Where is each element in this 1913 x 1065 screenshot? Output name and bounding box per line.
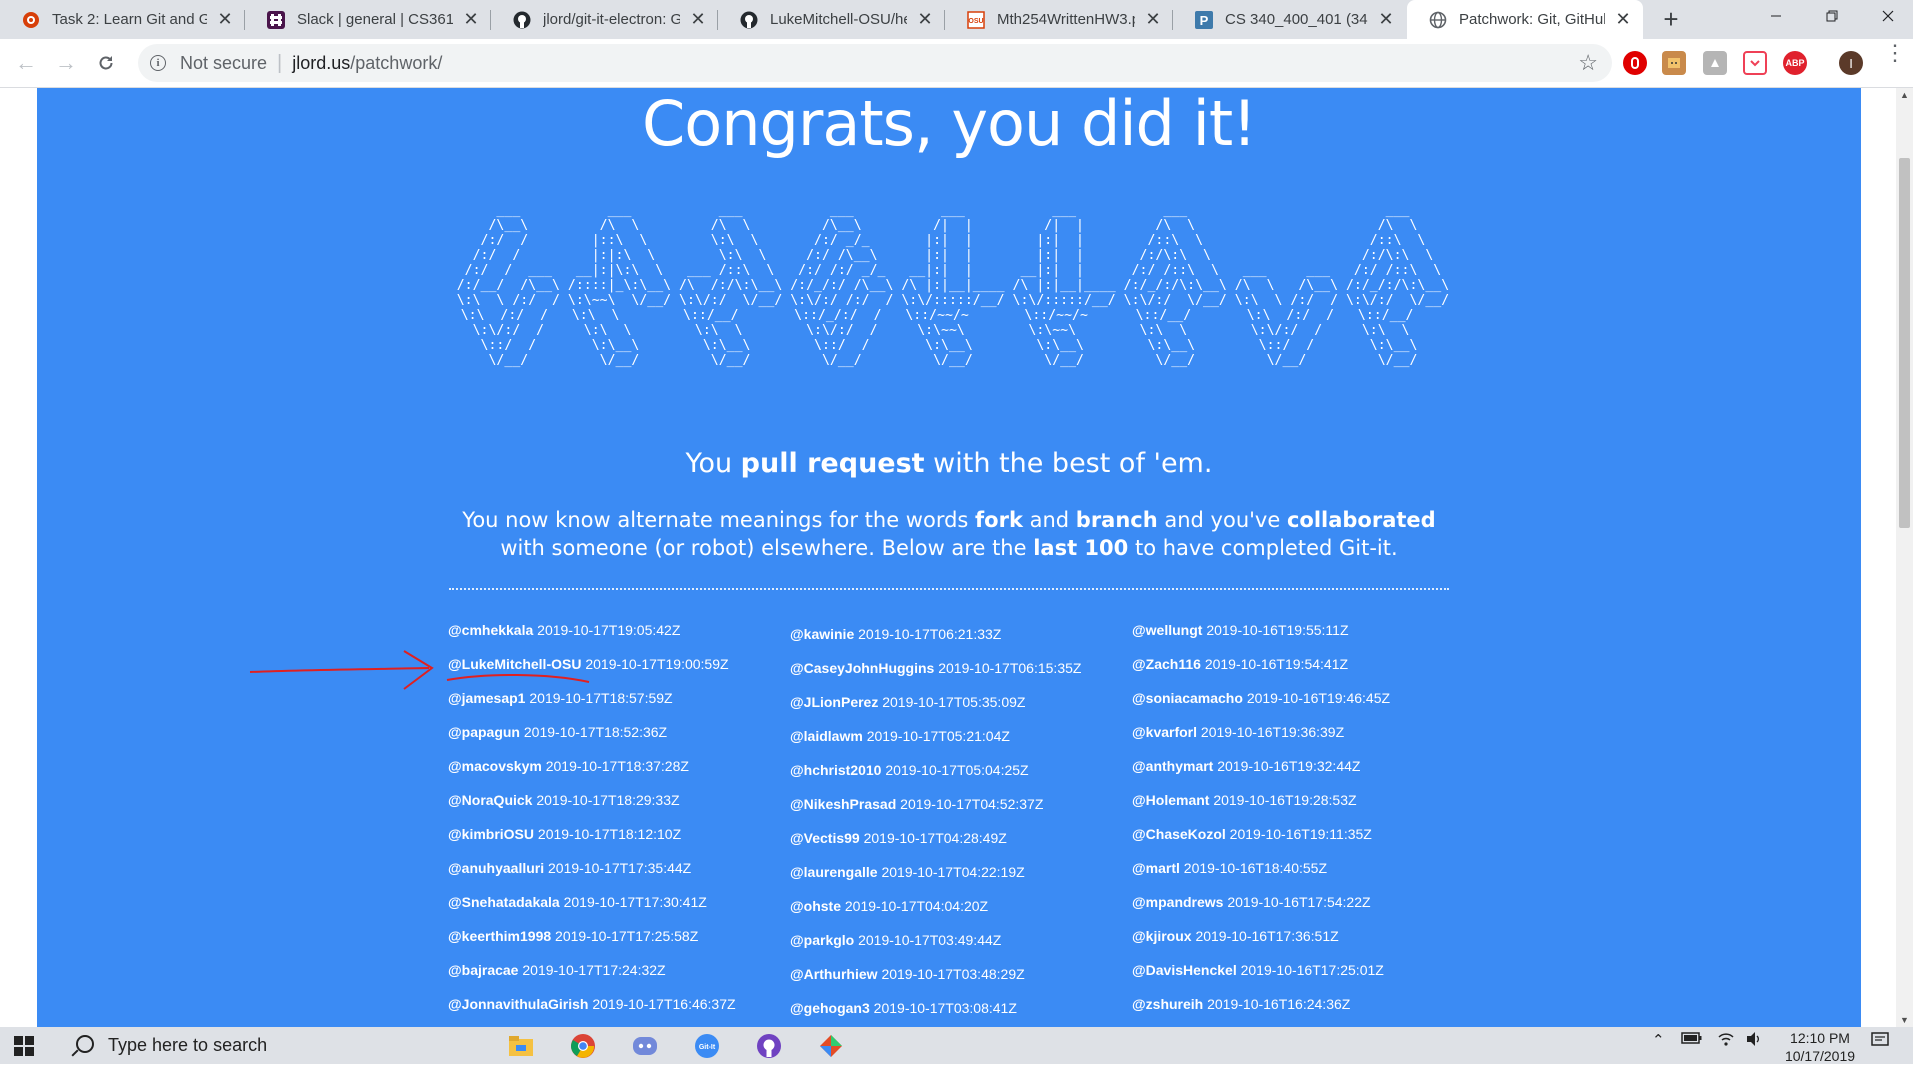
piazza-icon: P [1195, 10, 1213, 29]
scroll-down-arrow-icon[interactable]: ▼ [1896, 1015, 1913, 1025]
git-it-icon[interactable]: Git-It [691, 1030, 723, 1062]
page-scrollbar[interactable]: ▲ ▼ [1896, 88, 1913, 1027]
back-button[interactable]: ← [9, 46, 43, 80]
windows-taskbar: Type here to search Git-It ⌃ 12:10 PM 10… [0, 1027, 1913, 1064]
tab-1[interactable]: Slack | general | CS361 ✕ [245, 0, 491, 39]
show-hidden-icons-icon[interactable]: ⌃ [1652, 1031, 1665, 1049]
reload-icon [99, 56, 113, 70]
windows-start-icon[interactable] [14, 1036, 34, 1056]
close-tab-icon[interactable]: ✕ [1143, 9, 1163, 30]
forward-button[interactable]: → [49, 46, 83, 80]
extension-face-icon[interactable] [1662, 51, 1686, 75]
bookmark-star-icon[interactable]: ☆ [1578, 50, 1598, 76]
reload-button[interactable] [89, 46, 123, 80]
more-menu-icon[interactable]: ⋮ [1884, 42, 1906, 64]
restore-button[interactable] [1804, 0, 1860, 32]
github-icon [740, 11, 758, 29]
pdf-icon: OSU [967, 10, 985, 29]
github-icon [513, 11, 531, 29]
taskbar-search-box[interactable]: Type here to search [62, 1027, 488, 1064]
security-label[interactable]: Not secure [180, 53, 267, 74]
chrome-icon[interactable] [567, 1030, 599, 1062]
taskbar-clock[interactable]: 12:10 PM 10/17/2019 [1760, 1029, 1880, 1065]
scroll-up-arrow-icon[interactable]: ▲ [1896, 90, 1913, 100]
tab-title: Mth254WrittenHW3.pc [997, 11, 1135, 28]
tab-title: Slack | general | CS361 [297, 11, 453, 28]
omnibox[interactable]: i Not secure | jlord.us /patchwork/ ☆ [138, 44, 1612, 82]
tab-3[interactable]: LukeMitchell-OSU/hell ✕ [718, 0, 945, 39]
gitkraken-icon[interactable] [815, 1030, 847, 1062]
svg-text:Git-It: Git-It [699, 1044, 716, 1051]
opera-adblock-extension-icon[interactable] [1623, 51, 1647, 75]
web-page: Congrats, you did it! ___ ___ ___ ___ __… [0, 88, 1913, 1027]
tab-strip: Task 2: Learn Git and Gi ✕ Slack | gener… [0, 0, 1913, 39]
tab-4[interactable]: OSU Mth254WrittenHW3.pc ✕ [945, 0, 1173, 39]
close-tab-icon[interactable]: ✕ [1613, 9, 1633, 30]
red-arrow-annotation [249, 650, 590, 690]
github-desktop-icon[interactable] [753, 1030, 785, 1062]
close-window-button[interactable] [1860, 0, 1913, 32]
wifi-icon[interactable] [1717, 1031, 1735, 1051]
tab-title: jlord/git-it-electron: Gi [543, 11, 680, 28]
extension-gray-icon[interactable] [1703, 51, 1727, 75]
svg-text:OSU: OSU [968, 18, 983, 25]
globe-icon [1429, 11, 1447, 29]
clock-date: 10/17/2019 [1784, 1048, 1856, 1064]
tab-0[interactable]: Task 2: Learn Git and Gi ✕ [0, 0, 245, 39]
tab-2[interactable]: jlord/git-it-electron: Gi ✕ [491, 0, 718, 39]
patchwork-content: Congrats, you did it! ___ ___ ___ ___ __… [37, 88, 1861, 1027]
pocket-extension-icon[interactable] [1743, 51, 1767, 75]
tab-5[interactable]: P CS 340_400_401 (34 un ✕ [1173, 0, 1406, 39]
battery-icon[interactable] [1681, 1031, 1703, 1049]
tab-title: CS 340_400_401 (34 un [1225, 11, 1368, 28]
close-tab-icon[interactable]: ✕ [915, 9, 935, 30]
url-path[interactable]: /patchwork/ [350, 53, 442, 74]
svg-text:P: P [1200, 13, 1209, 28]
browser-toolbar: ← → i Not secure | jlord.us /patchwork/ … [0, 39, 1913, 88]
close-tab-icon[interactable]: ✕ [688, 9, 708, 30]
tab-6-active[interactable]: Patchwork: Git, GitHub ✕ [1407, 0, 1643, 39]
osu-icon [22, 11, 40, 29]
minimize-button[interactable] [1748, 0, 1804, 32]
slack-icon [267, 10, 285, 29]
file-explorer-icon[interactable] [505, 1030, 537, 1062]
clock-time: 12:10 PM [1790, 1030, 1850, 1046]
search-placeholder: Type here to search [108, 1035, 268, 1055]
tab-title: Patchwork: Git, GitHub [1459, 11, 1605, 28]
close-tab-icon[interactable]: ✕ [461, 9, 481, 30]
search-icon [76, 1034, 94, 1053]
close-tab-icon[interactable]: ✕ [215, 9, 235, 30]
discord-icon[interactable] [629, 1030, 661, 1062]
info-icon[interactable]: i [150, 55, 166, 71]
tab-title: LukeMitchell-OSU/hell [770, 11, 907, 28]
tab-title: Task 2: Learn Git and Gi [52, 11, 207, 28]
notifications-icon[interactable] [1870, 1031, 1890, 1053]
abp-extension-icon[interactable]: ABP [1783, 51, 1807, 75]
scrollbar-thumb[interactable] [1899, 158, 1910, 528]
url-host[interactable]: jlord.us [292, 53, 350, 74]
new-tab-button[interactable]: + [1656, 4, 1686, 34]
profile-avatar[interactable]: I [1839, 51, 1863, 75]
close-tab-icon[interactable]: ✕ [1376, 9, 1396, 30]
